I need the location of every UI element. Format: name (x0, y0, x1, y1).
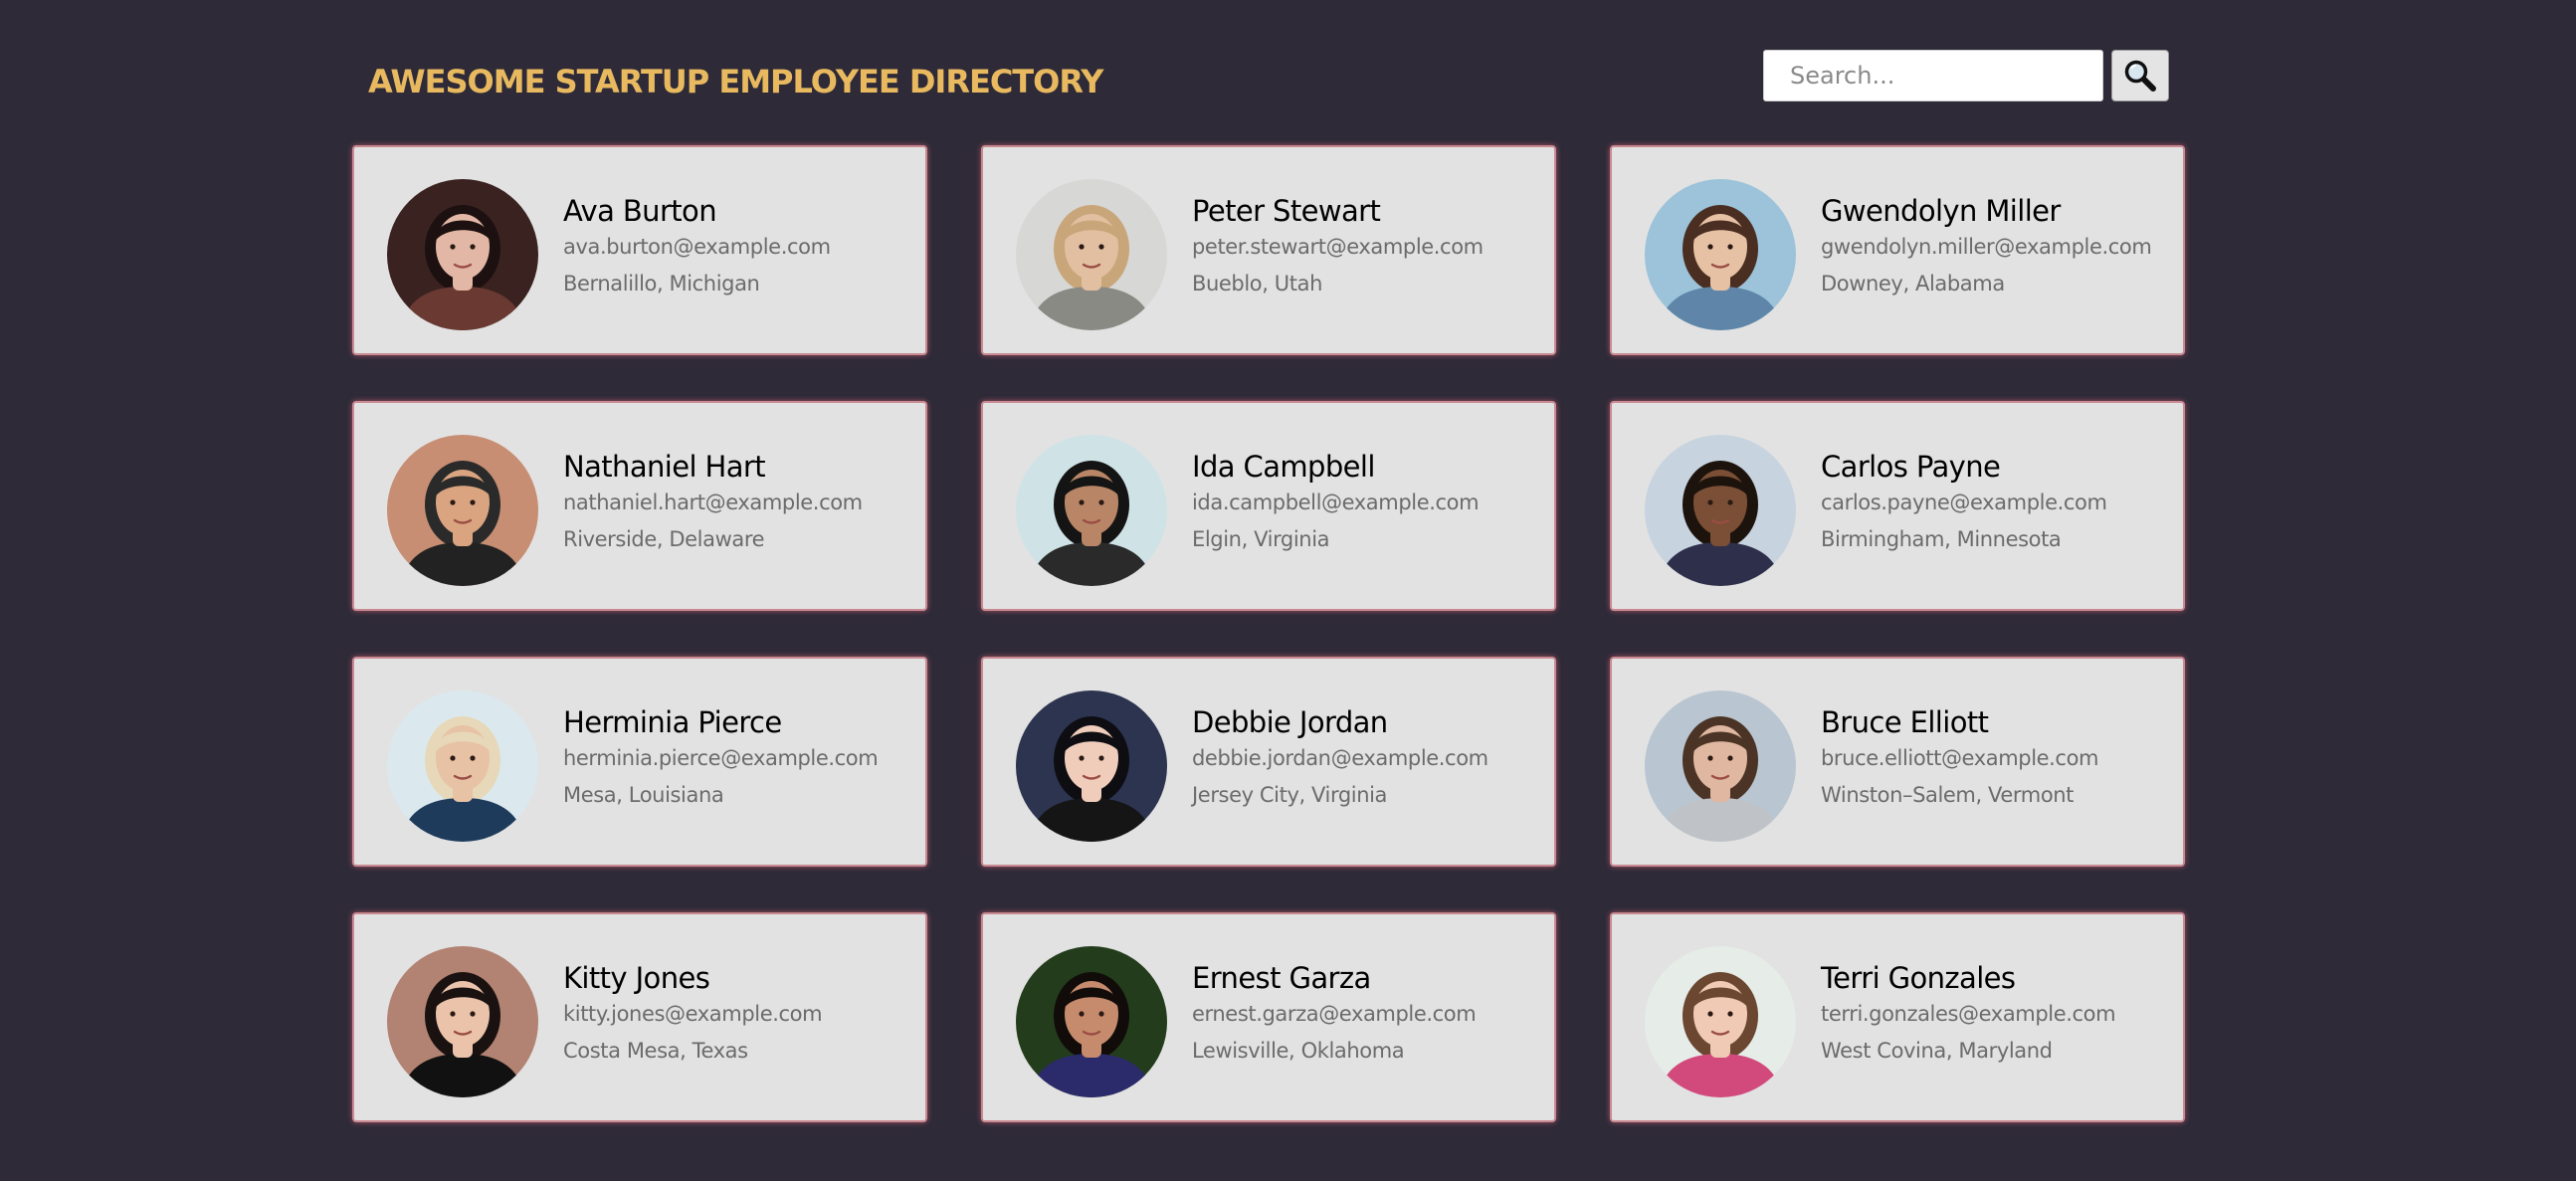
employee-location: Lewisville, Oklahoma (1192, 1039, 1405, 1063)
employee-location: West Covina, Maryland (1821, 1039, 2053, 1063)
employee-location: Riverside, Delaware (563, 527, 765, 551)
employee-info: Ida Campbell ida.campbell@example.com El… (1192, 449, 1544, 551)
employee-avatar (387, 435, 538, 586)
employee-info: Terri Gonzales terri.gonzales@example.co… (1821, 960, 2173, 1063)
employee-info: Peter Stewart peter.stewart@example.com … (1192, 193, 1544, 295)
employee-avatar (387, 690, 538, 842)
employee-photo (1645, 435, 1796, 586)
employee-card[interactable]: Debbie Jordan debbie.jordan@example.com … (981, 657, 1556, 867)
employee-name: Kitty Jones (563, 961, 710, 995)
employee-email: ernest.garza@example.com (1192, 1002, 1477, 1026)
employee-avatar (387, 179, 538, 330)
employee-photo (1645, 946, 1796, 1097)
employee-card[interactable]: Kitty Jones kitty.jones@example.com Cost… (352, 912, 927, 1122)
employee-email: ava.burton@example.com (563, 235, 831, 259)
employee-location: Winston–Salem, Vermont (1821, 783, 2075, 807)
employee-name: Debbie Jordan (1192, 705, 1388, 739)
employee-email: debbie.jordan@example.com (1192, 746, 1488, 770)
employee-info: Carlos Payne carlos.payne@example.com Bi… (1821, 449, 2173, 551)
employee-photo (1016, 946, 1167, 1097)
search-input[interactable] (1763, 50, 2103, 101)
employee-name: Nathaniel Hart (563, 450, 766, 484)
employee-photo (1016, 435, 1167, 586)
employee-email: bruce.elliott@example.com (1821, 746, 2099, 770)
employee-photo (1016, 690, 1167, 842)
employee-info: Ernest Garza ernest.garza@example.com Le… (1192, 960, 1544, 1063)
employee-avatar (1645, 946, 1796, 1097)
employee-card[interactable]: Nathaniel Hart nathaniel.hart@example.co… (352, 401, 927, 611)
employee-name: Carlos Payne (1821, 450, 2001, 484)
employee-location: Bueblo, Utah (1192, 272, 1322, 295)
employee-card[interactable]: Gwendolyn Miller gwendolyn.miller@exampl… (1610, 145, 2185, 355)
employee-card[interactable]: Ernest Garza ernest.garza@example.com Le… (981, 912, 1556, 1122)
employee-location: Bernalillo, Michigan (563, 272, 760, 295)
employee-avatar (1016, 179, 1167, 330)
employee-photo (1645, 690, 1796, 842)
employee-info: Kitty Jones kitty.jones@example.com Cost… (563, 960, 915, 1063)
employee-avatar (1645, 690, 1796, 842)
employee-name: Terri Gonzales (1821, 961, 2016, 995)
employee-name: Ida Campbell (1192, 450, 1375, 484)
employee-avatar (1645, 435, 1796, 586)
employee-photo (387, 435, 538, 586)
employee-gallery: Ava Burton ava.burton@example.com Bernal… (352, 145, 2185, 1122)
employee-photo (387, 946, 538, 1097)
employee-photo (1645, 179, 1796, 330)
employee-email: terri.gonzales@example.com (1821, 1002, 2116, 1026)
employee-location: Costa Mesa, Texas (563, 1039, 748, 1063)
employee-location: Jersey City, Virginia (1192, 783, 1388, 807)
employee-location: Mesa, Louisiana (563, 783, 724, 807)
employee-photo (387, 179, 538, 330)
employee-avatar (1016, 435, 1167, 586)
employee-photo (1016, 179, 1167, 330)
employee-card[interactable]: Carlos Payne carlos.payne@example.com Bi… (1610, 401, 2185, 611)
employee-email: nathaniel.hart@example.com (563, 491, 863, 514)
employee-name: Peter Stewart (1192, 194, 1381, 228)
employee-card[interactable]: Ida Campbell ida.campbell@example.com El… (981, 401, 1556, 611)
employee-email: peter.stewart@example.com (1192, 235, 1484, 259)
employee-info: Ava Burton ava.burton@example.com Bernal… (563, 193, 915, 295)
employee-email: ida.campbell@example.com (1192, 491, 1480, 514)
employee-card[interactable]: Peter Stewart peter.stewart@example.com … (981, 145, 1556, 355)
employee-email: kitty.jones@example.com (563, 1002, 823, 1026)
page-header: AWESOME STARTUP EMPLOYEE DIRECTORY (368, 48, 2179, 107)
employee-location: Elgin, Virginia (1192, 527, 1330, 551)
employee-photo (387, 690, 538, 842)
employee-card[interactable]: Terri Gonzales terri.gonzales@example.co… (1610, 912, 2185, 1122)
employee-info: Debbie Jordan debbie.jordan@example.com … (1192, 704, 1544, 807)
employee-location: Downey, Alabama (1821, 272, 2005, 295)
employee-name: Bruce Elliott (1821, 705, 1989, 739)
employee-info: Herminia Pierce herminia.pierce@example.… (563, 704, 915, 807)
page-title: AWESOME STARTUP EMPLOYEE DIRECTORY (368, 63, 1103, 100)
employee-location: Birmingham, Minnesota (1821, 527, 2062, 551)
employee-email: gwendolyn.miller@example.com (1821, 235, 2152, 259)
employee-card[interactable]: Bruce Elliott bruce.elliott@example.com … (1610, 657, 2185, 867)
employee-avatar (1016, 690, 1167, 842)
employee-name: Herminia Pierce (563, 705, 782, 739)
employee-avatar (387, 946, 538, 1097)
employee-card[interactable]: Herminia Pierce herminia.pierce@example.… (352, 657, 927, 867)
magnifier-icon (2124, 60, 2156, 92)
employee-name: Ernest Garza (1192, 961, 1371, 995)
employee-info: Gwendolyn Miller gwendolyn.miller@exampl… (1821, 193, 2173, 295)
employee-avatar (1645, 179, 1796, 330)
employee-card[interactable]: Ava Burton ava.burton@example.com Bernal… (352, 145, 927, 355)
employee-name: Gwendolyn Miller (1821, 194, 2061, 228)
employee-avatar (1016, 946, 1167, 1097)
search-button[interactable] (2111, 50, 2169, 101)
employee-email: carlos.payne@example.com (1821, 491, 2107, 514)
employee-email: herminia.pierce@example.com (563, 746, 879, 770)
employee-info: Bruce Elliott bruce.elliott@example.com … (1821, 704, 2173, 807)
employee-name: Ava Burton (563, 194, 717, 228)
employee-info: Nathaniel Hart nathaniel.hart@example.co… (563, 449, 915, 551)
